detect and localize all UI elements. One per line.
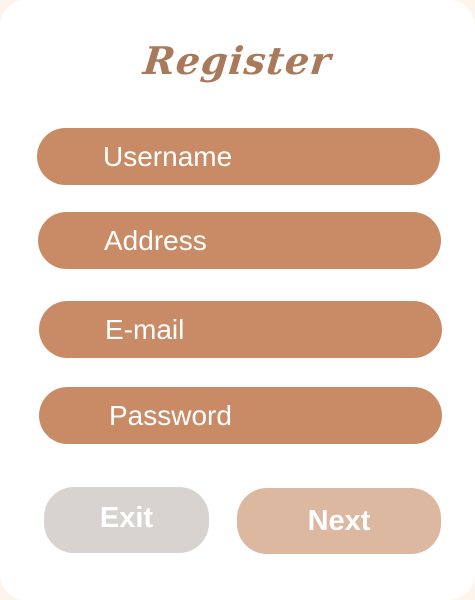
- next-button[interactable]: Next: [237, 488, 441, 554]
- address-field[interactable]: Address: [38, 212, 441, 269]
- email-field[interactable]: E-mail: [39, 301, 442, 358]
- username-field[interactable]: Username: [37, 128, 440, 185]
- register-card: Register Username Address E-mail Passwor…: [0, 0, 475, 600]
- form-title: Register: [141, 38, 334, 83]
- exit-button[interactable]: Exit: [44, 487, 209, 553]
- password-field[interactable]: Password: [39, 387, 442, 444]
